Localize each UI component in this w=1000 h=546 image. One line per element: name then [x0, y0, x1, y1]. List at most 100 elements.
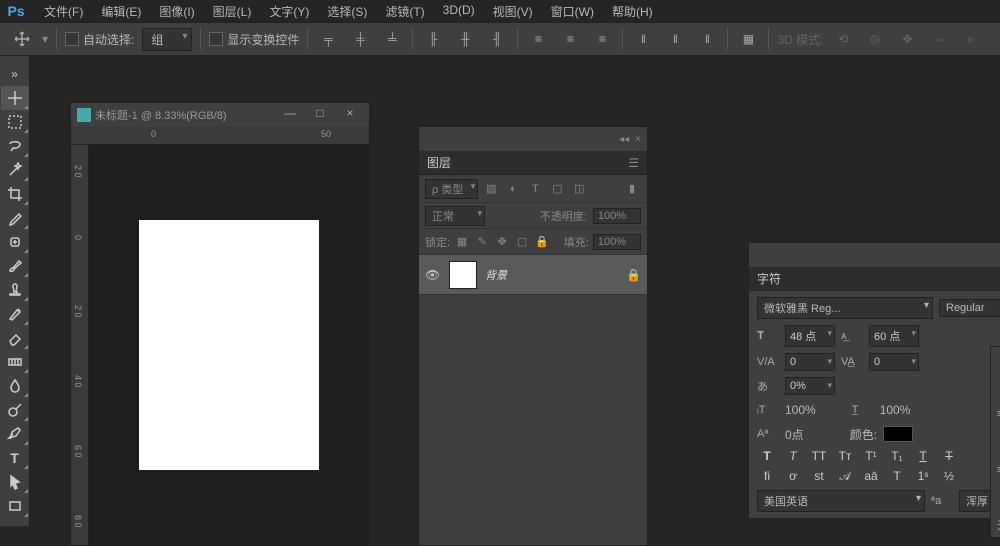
font-style-select[interactable]: Regular: [939, 299, 1000, 317]
italic-button[interactable]: T: [783, 449, 803, 463]
auto-align-icon[interactable]: ▦: [736, 27, 760, 51]
layer-name[interactable]: 背景: [485, 267, 618, 283]
menu-file[interactable]: 文件(F): [36, 1, 91, 22]
subscript-button[interactable]: T₁: [887, 449, 907, 463]
allcaps-button[interactable]: TT: [809, 449, 829, 463]
scale-input[interactable]: 0%: [785, 377, 835, 395]
character-tab[interactable]: 字符: [757, 270, 781, 287]
align-top-icon[interactable]: ╤: [316, 27, 340, 51]
menu-select[interactable]: 选择(S): [319, 1, 375, 22]
tab-icon[interactable]: »: [1, 62, 29, 86]
strikethrough-button[interactable]: T: [939, 449, 959, 463]
align-vcenter-icon[interactable]: ╪: [348, 27, 372, 51]
eraser-tool[interactable]: [1, 326, 29, 350]
blend-mode-select[interactable]: 正常: [425, 206, 485, 226]
distribute-vcenter-icon[interactable]: ≡: [558, 27, 582, 51]
lock-artboard-icon[interactable]: ▢: [514, 234, 530, 250]
layer-thumbnail[interactable]: [449, 261, 477, 289]
kerning-input[interactable]: 0: [785, 353, 835, 371]
menu-help[interactable]: 帮助(H): [604, 1, 661, 22]
filter-type-icon[interactable]: T: [526, 180, 544, 198]
lock-brush-icon[interactable]: ✎: [474, 234, 490, 250]
baseline-value[interactable]: 0点: [785, 426, 804, 443]
close-panel-icon[interactable]: ×: [635, 134, 641, 145]
heal-tool[interactable]: [1, 230, 29, 254]
layer-item[interactable]: 👁 背景 🔒: [419, 255, 647, 295]
bold-button[interactable]: T: [757, 449, 777, 463]
ordinals-button[interactable]: 1ˢ: [913, 469, 933, 484]
maximize-button[interactable]: □: [307, 106, 333, 124]
vscale-value[interactable]: 100%: [785, 403, 816, 417]
smallcaps-button[interactable]: Tᴛ: [835, 449, 855, 463]
distribute-hcenter-icon[interactable]: ‖: [663, 27, 687, 51]
swash-button[interactable]: 𝒜: [835, 469, 855, 484]
collapse-icon[interactable]: ◂◂: [619, 134, 629, 145]
menu-image[interactable]: 图像(I): [151, 1, 202, 22]
hscale-value[interactable]: 100%: [880, 403, 911, 417]
font-size-input[interactable]: 48 点: [785, 325, 835, 347]
history-brush-tool[interactable]: [1, 302, 29, 326]
align-left-icon[interactable]: ╟: [421, 27, 445, 51]
menu-filter[interactable]: 滤镜(T): [377, 1, 432, 22]
align-right-icon[interactable]: ╢: [485, 27, 509, 51]
panel-menu-icon[interactable]: ☰: [628, 156, 639, 170]
menu-view[interactable]: 视图(V): [485, 1, 541, 22]
stylistic-button[interactable]: aā: [861, 469, 881, 484]
language-select[interactable]: 美国英语: [757, 490, 925, 512]
close-button[interactable]: ×: [337, 106, 363, 124]
distribute-bottom-icon[interactable]: ≡: [590, 27, 614, 51]
eyedropper-tool[interactable]: [1, 206, 29, 230]
titling-button[interactable]: T: [887, 469, 907, 484]
lasso-tool[interactable]: [1, 134, 29, 158]
distribute-left-icon[interactable]: ‖: [631, 27, 655, 51]
distribute-right-icon[interactable]: ‖: [695, 27, 719, 51]
fill-input[interactable]: 100%: [593, 234, 641, 250]
gradient-tool[interactable]: [1, 350, 29, 374]
distribute-top-icon[interactable]: ≡: [526, 27, 550, 51]
filter-smart-icon[interactable]: ◫: [570, 180, 588, 198]
crop-tool[interactable]: [1, 182, 29, 206]
opacity-input[interactable]: 100%: [593, 208, 641, 224]
panel-header[interactable]: ◂◂ ×: [419, 127, 647, 151]
wand-tool[interactable]: [1, 158, 29, 182]
layer-filter-select[interactable]: ρ 类型: [425, 179, 478, 199]
filter-adjust-icon[interactable]: ◐: [504, 180, 522, 198]
move-tool[interactable]: [1, 86, 29, 110]
auto-select-target[interactable]: 组: [142, 28, 192, 51]
contextual-button[interactable]: ơ: [783, 469, 803, 484]
canvas-area[interactable]: [89, 145, 369, 545]
tracking-input[interactable]: 0: [869, 353, 919, 371]
align-bottom-icon[interactable]: ╧: [380, 27, 404, 51]
ruler-horizontal[interactable]: 0 50: [71, 127, 369, 145]
canvas[interactable]: [139, 220, 319, 470]
move-tool-icon[interactable]: [10, 27, 34, 51]
superscript-button[interactable]: T¹: [861, 449, 881, 463]
ruler-vertical[interactable]: 2 0 0 2 0 4 0 6 0 8 0: [71, 145, 89, 545]
text-color-swatch[interactable]: [883, 426, 913, 442]
menu-3d[interactable]: 3D(D): [435, 1, 483, 22]
lock-pixels-icon[interactable]: ▦: [454, 234, 470, 250]
menu-window[interactable]: 窗口(W): [543, 1, 602, 22]
type-tool[interactable]: T: [1, 446, 29, 470]
dodge-tool[interactable]: [1, 398, 29, 422]
panel-header[interactable]: ◂◂×: [749, 243, 1000, 267]
ligatures-button[interactable]: fi: [757, 469, 777, 484]
menu-type[interactable]: 文字(Y): [261, 1, 317, 22]
fractions-button[interactable]: ½: [939, 469, 959, 484]
stamp-tool[interactable]: [1, 278, 29, 302]
lock-position-icon[interactable]: ✥: [494, 234, 510, 250]
pen-tool[interactable]: [1, 422, 29, 446]
path-select-tool[interactable]: [1, 470, 29, 494]
blur-tool[interactable]: [1, 374, 29, 398]
filter-toggle-icon[interactable]: ▮: [623, 180, 641, 198]
auto-select-checkbox[interactable]: 自动选择:: [65, 31, 134, 48]
lock-all-icon[interactable]: 🔒: [534, 234, 550, 250]
visibility-icon[interactable]: 👁: [425, 268, 441, 282]
font-family-select[interactable]: 微软雅黑 Reg...: [757, 297, 933, 319]
rectangle-tool[interactable]: [1, 494, 29, 518]
menu-edit[interactable]: 编辑(E): [93, 1, 149, 22]
layers-tab[interactable]: 图层: [427, 154, 451, 171]
show-transform-checkbox[interactable]: 显示变换控件: [209, 31, 299, 48]
minimize-button[interactable]: —: [277, 106, 303, 124]
filter-pixel-icon[interactable]: ▧: [482, 180, 500, 198]
